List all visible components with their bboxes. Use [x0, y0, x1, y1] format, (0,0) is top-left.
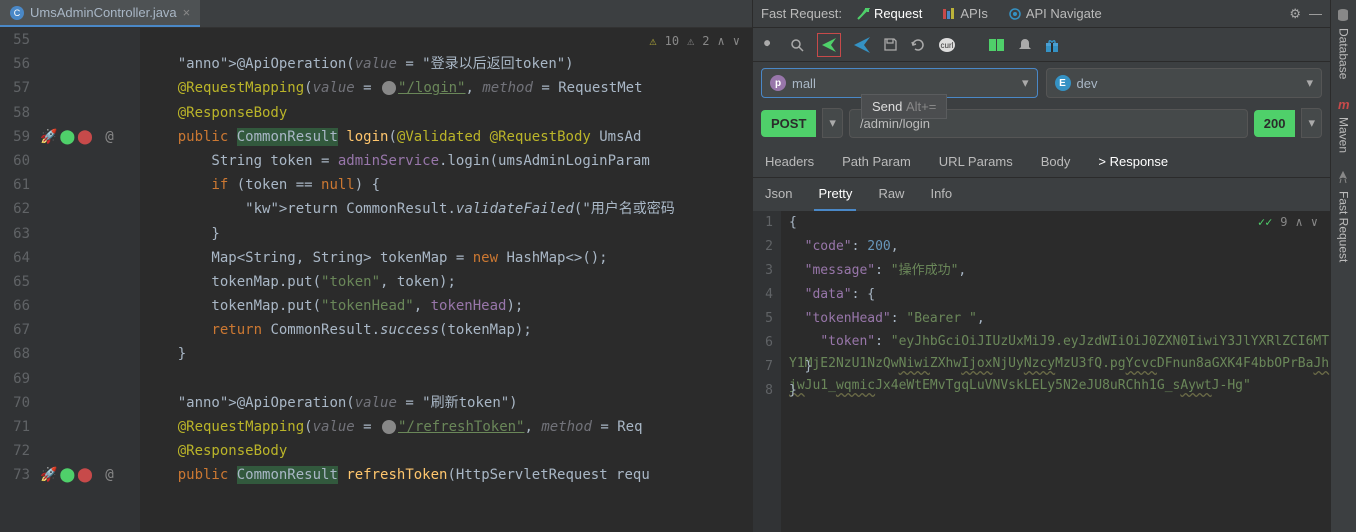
- code-line[interactable]: [144, 367, 752, 391]
- resp-tab-raw[interactable]: Raw: [874, 178, 908, 211]
- chevron-down-icon[interactable]: ∨: [1311, 215, 1318, 229]
- java-class-icon: C: [10, 6, 24, 20]
- code-line[interactable]: @ResponseBody: [144, 439, 752, 463]
- status-code[interactable]: 200: [1254, 110, 1296, 137]
- json-line[interactable]: "tokenHead": "Bearer ",: [789, 307, 1330, 331]
- env-selector[interactable]: E dev ▾: [1046, 68, 1323, 98]
- rocket-icon: [1336, 171, 1352, 187]
- editor-tab[interactable]: C UmsAdminController.java ×: [0, 0, 200, 27]
- fast-request-panel: Fast Request: Request APIs API Navigate …: [752, 0, 1330, 532]
- json-line[interactable]: "data": {: [789, 283, 1330, 307]
- tab-title: UmsAdminController.java: [30, 5, 177, 20]
- tab-request[interactable]: Request: [850, 2, 928, 25]
- doc-icon[interactable]: [988, 38, 1006, 52]
- gear-icon[interactable]: ⚙: [1289, 6, 1301, 22]
- gift-icon[interactable]: [1044, 37, 1060, 53]
- code-line[interactable]: "anno">@ApiOperation(value = "刷新token"): [144, 391, 752, 415]
- url-row: POST ▾ /admin/login 200 ▾: [753, 104, 1330, 146]
- panel-title: Fast Request:: [761, 6, 842, 21]
- apis-icon: [942, 8, 956, 20]
- code-line[interactable]: "kw">return CommonResult.validateFailed(…: [144, 197, 752, 221]
- chevron-up-icon[interactable]: ∧: [1296, 215, 1303, 229]
- sidebar-fast-request[interactable]: Fast Request: [1336, 171, 1352, 262]
- editor-body[interactable]: ⚠10 ⚠2 ∧ ∨ 55565758596061626364656667686…: [0, 28, 752, 532]
- sidebar-maven[interactable]: m Maven: [1336, 97, 1352, 153]
- json-line[interactable]: "message": "操作成功",: [789, 259, 1330, 283]
- selectors-row: p mall ▾ E dev ▾ Send Alt+=: [753, 62, 1330, 104]
- request-icon: [856, 7, 870, 21]
- svg-text:m: m: [1338, 97, 1350, 111]
- database-icon: [1336, 8, 1352, 24]
- gutter: 55565758596061626364656667686970717273 🚀…: [0, 28, 140, 532]
- code-line[interactable]: Map<String, String> tokenMap = new HashM…: [144, 246, 752, 270]
- bell-icon[interactable]: [1018, 37, 1032, 53]
- code-line[interactable]: String token = adminService.login(umsAdm…: [144, 149, 752, 173]
- env-icon: E: [1055, 75, 1071, 91]
- request-tabs: Headers Path Param URL Params Body Respo…: [753, 146, 1330, 178]
- search-icon[interactable]: [789, 37, 805, 53]
- chevron-down-icon: ▾: [1306, 75, 1313, 91]
- sidebar-database[interactable]: Database: [1336, 8, 1352, 79]
- minimize-icon[interactable]: —: [1309, 6, 1322, 21]
- code-line[interactable]: "anno">@ApiOperation(value = "登录以后返回toke…: [144, 52, 752, 76]
- code-line[interactable]: }: [144, 342, 752, 366]
- fr-toolbar: curl: [753, 28, 1330, 62]
- code-line[interactable]: @ResponseBody: [144, 101, 752, 125]
- method-dropdown[interactable]: ▾: [822, 108, 843, 138]
- editor-tab-bar: C UmsAdminController.java ×: [0, 0, 752, 28]
- code-line[interactable]: tokenMap.put("token", token);: [144, 270, 752, 294]
- json-inspection[interactable]: ✓✓ 9 ∧ ∨: [1258, 215, 1318, 229]
- chevron-down-icon: ▾: [1022, 75, 1029, 91]
- editor-pane: C UmsAdminController.java × ⚠10 ⚠2 ∧ ∨ 5…: [0, 0, 752, 532]
- http-method[interactable]: POST: [761, 110, 816, 137]
- tab-url-params[interactable]: URL Params: [935, 146, 1017, 177]
- send-button[interactable]: [817, 33, 841, 57]
- target-icon: [1008, 7, 1022, 21]
- tab-apis[interactable]: APIs: [936, 2, 993, 25]
- code-line[interactable]: @RequestMapping(value = "/refreshToken",…: [144, 415, 752, 439]
- code-line[interactable]: return CommonResult.success(tokenMap);: [144, 318, 752, 342]
- json-line[interactable]: {: [789, 211, 1330, 235]
- resp-tab-pretty[interactable]: Pretty: [814, 178, 856, 211]
- send-tooltip: Send Alt+=: [861, 94, 947, 119]
- tab-headers[interactable]: Headers: [761, 146, 818, 177]
- wrench-icon[interactable]: [761, 37, 777, 53]
- svg-text:curl: curl: [941, 41, 954, 50]
- tab-body[interactable]: Body: [1037, 146, 1075, 177]
- json-line[interactable]: "token": "eyJhbGciOiJIUzUxMiJ9.eyJzdWIiO…: [789, 331, 1330, 355]
- tab-response[interactable]: Response: [1094, 146, 1172, 177]
- code-line[interactable]: }: [144, 222, 752, 246]
- project-icon: p: [770, 75, 786, 91]
- code-line[interactable]: [144, 28, 752, 52]
- resp-tab-json[interactable]: Json: [761, 178, 796, 211]
- retry-icon[interactable]: [910, 37, 926, 53]
- code-line[interactable]: public CommonResult refreshToken(HttpSer…: [144, 463, 752, 487]
- code-line[interactable]: tokenMap.put("tokenHead", tokenHead);: [144, 294, 752, 318]
- right-sidebar: Database m Maven Fast Request: [1330, 0, 1356, 532]
- save-icon[interactable]: [883, 37, 898, 52]
- code-line[interactable]: @RequestMapping(value = "/login", method…: [144, 76, 752, 100]
- code-line[interactable]: if (token == null) {: [144, 173, 752, 197]
- fr-header: Fast Request: Request APIs API Navigate …: [753, 0, 1330, 28]
- status-dropdown[interactable]: ▾: [1301, 108, 1322, 138]
- resp-tab-info[interactable]: Info: [926, 178, 956, 211]
- response-tabs: Json Pretty Raw Info: [753, 178, 1330, 211]
- code-line[interactable]: public CommonResult login(@Validated @Re…: [144, 125, 752, 149]
- check-icon: ✓✓: [1258, 215, 1272, 229]
- response-json[interactable]: ✓✓ 9 ∧ ∨ 12345678 { "code": 200, "messag…: [753, 211, 1330, 532]
- send-download-button[interactable]: [853, 36, 871, 54]
- close-icon[interactable]: ×: [183, 5, 191, 20]
- json-line[interactable]: "code": 200,: [789, 235, 1330, 259]
- tab-api-navigate[interactable]: API Navigate: [1002, 2, 1108, 25]
- curl-icon[interactable]: curl: [938, 37, 956, 53]
- tab-path-param[interactable]: Path Param: [838, 146, 915, 177]
- maven-icon: m: [1336, 97, 1352, 113]
